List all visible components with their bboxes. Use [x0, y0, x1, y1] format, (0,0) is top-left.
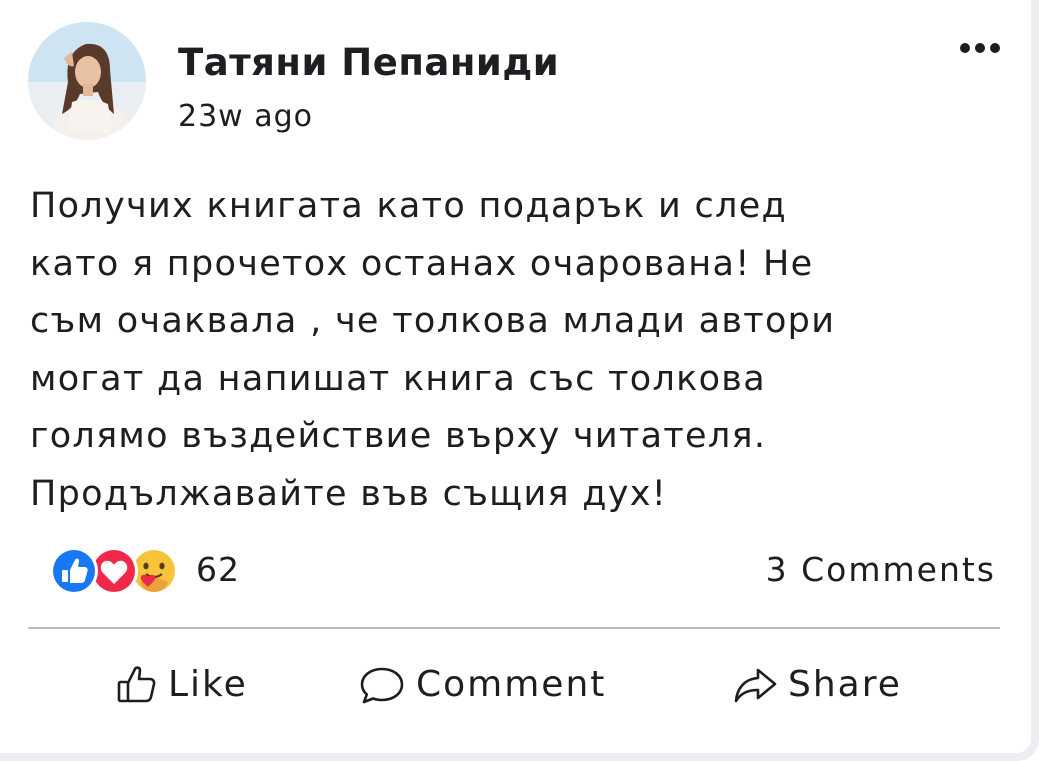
like-icon: [50, 547, 98, 595]
divider: [28, 627, 1000, 629]
avatar-photo: [28, 22, 146, 140]
share-label: Share: [788, 664, 902, 705]
comment-label: Comment: [416, 664, 607, 705]
post-text-line: Получих книгата като подарък и след: [30, 186, 788, 226]
comment-button[interactable]: Comment: [358, 650, 606, 720]
post-text-line: съм очаквала , че толкова млади автори: [30, 301, 836, 341]
post-card: Татяни Пепаниди 23w ago Получих книгата …: [0, 0, 1039, 761]
post-text: Получих книгата като подарък и след като…: [30, 178, 1010, 523]
like-button[interactable]: Like: [116, 650, 248, 720]
post-stats: 62 3 Comments: [30, 544, 996, 600]
share-arrow-icon: [734, 668, 777, 703]
more-options-icon[interactable]: [956, 36, 1004, 60]
post-header: Татяни Пепаниди 23w ago: [28, 22, 1008, 142]
post-text-line: Продължавайте във същия дух!: [30, 473, 668, 514]
post-timestamp[interactable]: 23w ago: [178, 102, 313, 132]
comments-count-link[interactable]: 3 Comments: [766, 553, 996, 586]
reactions-summary[interactable]: [30, 544, 190, 600]
avatar[interactable]: [28, 22, 146, 140]
thumbs-up-icon: [117, 666, 156, 703]
post-actions: Like Comment Share: [0, 650, 1031, 720]
post-text-line: като я прочетох останах очарована! Не: [30, 243, 814, 284]
comment-bubble-icon: [360, 667, 404, 704]
author-name[interactable]: Татяни Пепаниди: [178, 44, 559, 81]
reaction-count[interactable]: 62: [196, 553, 240, 586]
post-text-line: голямо въздействие върху читателя.: [30, 416, 767, 456]
share-button[interactable]: Share: [732, 650, 902, 720]
post-text-line: могат да напишат книга със толкова: [30, 358, 766, 399]
like-label: Like: [168, 664, 248, 705]
